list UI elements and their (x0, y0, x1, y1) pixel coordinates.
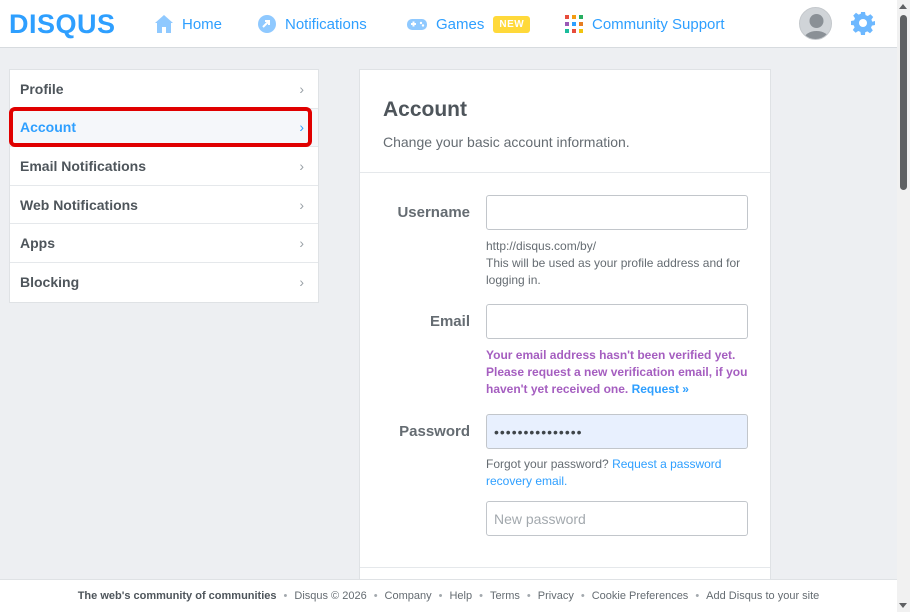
footer-copyright: Disqus © 2026 (294, 590, 367, 602)
page-scrollbar[interactable] (897, 0, 910, 612)
chevron-right-icon: › (299, 274, 304, 291)
nav-games[interactable]: Games NEW (406, 12, 531, 36)
nav-notifications-label: Notifications (285, 15, 367, 33)
chevron-right-icon: › (299, 235, 304, 252)
sidebar-item-apps[interactable]: Apps › (10, 224, 318, 263)
scrollbar-thumb[interactable] (900, 15, 907, 190)
page-footer: The web's community of communities • Dis… (0, 579, 897, 612)
username-label: Username (397, 204, 470, 221)
sidebar-item-email-notifications[interactable]: Email Notifications › (10, 147, 318, 186)
chevron-right-icon: › (299, 80, 304, 97)
footer-separator: • (695, 590, 700, 602)
gamepad-icon (407, 19, 427, 30)
footer-separator: • (479, 590, 483, 602)
chevron-right-icon: › (299, 119, 304, 136)
footer-separator: • (438, 590, 443, 602)
new-password-field[interactable]: New password (486, 501, 748, 536)
profile-url-prefix: http://disqus.com/by/ (486, 239, 597, 253)
password-field[interactable]: ••••••••••••••• (486, 414, 748, 449)
new-badge: NEW (493, 15, 531, 33)
sidebar-item-label: Account (20, 119, 76, 136)
footer-link-privacy[interactable]: Privacy (538, 590, 574, 602)
page-subtitle: Change your basic account information. (383, 134, 630, 150)
scroll-up-arrow-icon[interactable] (899, 4, 907, 9)
password-label: Password (399, 423, 470, 440)
footer-link-add-disqus[interactable]: Add Disqus to your site (706, 590, 819, 602)
sidebar-item-profile[interactable]: Profile › (10, 70, 318, 109)
sidebar-item-account[interactable]: Account › (10, 108, 318, 148)
settings-sidebar: Profile › Account › Email Notifications … (9, 69, 319, 303)
scroll-down-arrow-icon[interactable] (899, 603, 907, 608)
user-avatar[interactable] (799, 7, 832, 40)
avatar-icon (803, 14, 830, 39)
new-password-placeholder: New password (494, 510, 586, 527)
panel-divider (360, 567, 770, 568)
footer-separator: • (580, 590, 585, 602)
sidebar-item-label: Blocking (20, 274, 80, 291)
page-title: Account (383, 98, 467, 121)
request-verification-link[interactable]: Request » (632, 382, 689, 396)
disqus-logo[interactable]: DISQUS (9, 8, 116, 40)
nav-notifications[interactable]: Notifications (257, 12, 367, 36)
notifications-icon (258, 15, 276, 33)
forgot-password-text: Forgot your password? (486, 457, 609, 471)
footer-separator: • (526, 590, 531, 602)
footer-separator: • (283, 590, 288, 602)
email-label: Email (429, 313, 470, 330)
panel-header: Account Change your basic account inform… (360, 70, 770, 173)
sidebar-item-blocking[interactable]: Blocking › (10, 263, 318, 302)
account-settings-panel: Account Change your basic account inform… (359, 69, 771, 599)
footer-separator: • (373, 590, 378, 602)
sidebar-item-label: Apps (20, 235, 55, 252)
email-field[interactable] (486, 304, 748, 339)
nav-home-label: Home (182, 15, 223, 33)
gear-icon[interactable] (851, 11, 875, 35)
nav-home[interactable]: Home (154, 12, 222, 36)
footer-link-terms[interactable]: Terms (490, 590, 520, 602)
sidebar-item-label: Profile (20, 80, 64, 97)
chevron-right-icon: › (299, 157, 304, 174)
password-help: Forgot your password? Request a password… (486, 456, 756, 490)
sidebar-item-label: Email Notifications (20, 157, 147, 174)
chevron-right-icon: › (299, 196, 304, 213)
top-navigation-bar: DISQUS Home Notifications Games NEW Comm… (0, 0, 897, 48)
community-grid-icon (565, 15, 583, 33)
home-icon (155, 15, 173, 33)
footer-link-cookie-preferences[interactable]: Cookie Preferences (592, 590, 689, 602)
sidebar-item-web-notifications[interactable]: Web Notifications › (10, 186, 318, 225)
sidebar-item-label: Web Notifications (20, 196, 138, 213)
footer-link-company[interactable]: Company (385, 590, 432, 602)
username-field[interactable] (486, 195, 748, 230)
footer-tagline: The web's community of communities (77, 590, 277, 602)
verification-warning-text: Your email address hasn't been verified … (486, 348, 748, 396)
username-help-text: This will be used as your profile addres… (486, 256, 741, 287)
nav-community-support[interactable]: Community Support (564, 12, 725, 36)
nav-community-label: Community Support (592, 15, 725, 33)
email-verification-warning: Your email address hasn't been verified … (486, 347, 756, 398)
footer-link-help[interactable]: Help (449, 590, 472, 602)
nav-games-label: Games (436, 15, 485, 33)
username-help: http://disqus.com/by/ This will be used … (486, 238, 756, 289)
